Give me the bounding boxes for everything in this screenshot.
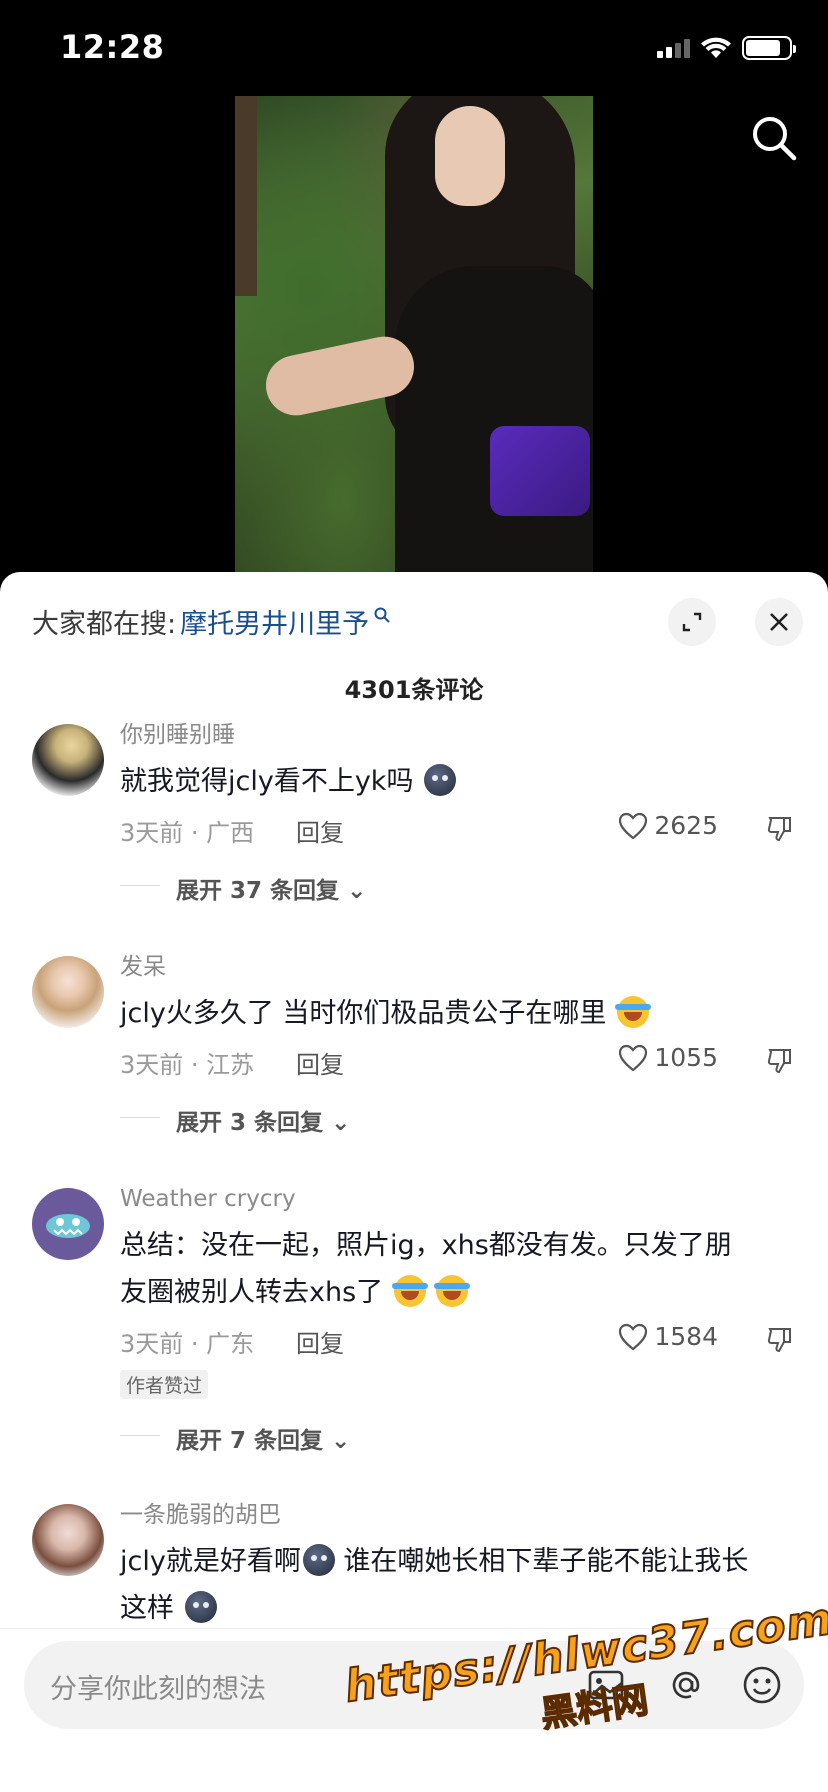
hot-search-prefix: 大家都在搜: xyxy=(32,609,177,640)
sheet-header: 大家都在搜: 摩托男井川里予 4301条评论 xyxy=(0,572,828,732)
close-button[interactable] xyxy=(755,598,803,646)
author-liked-badge: 作者赞过 xyxy=(120,1370,209,1399)
comment-input-placeholder: 分享你此刻的想法 xyxy=(50,1674,266,1705)
avatar[interactable] xyxy=(32,724,104,796)
hot-search-term[interactable]: 摩托男井川里予 xyxy=(180,602,369,641)
comment-meta: 3天前 · 广东 回复 1584 xyxy=(120,1320,798,1360)
like-button[interactable]: 2625 xyxy=(618,811,718,840)
laugh-cry-emoji xyxy=(615,996,652,1028)
comment-username[interactable]: Weather crycry xyxy=(120,1184,798,1214)
comment-time-location: 3天前 · 江苏 xyxy=(120,1051,255,1079)
status-time: 12:28 xyxy=(60,28,165,66)
hot-search[interactable]: 大家都在搜: 摩托男井川里予 xyxy=(32,602,391,641)
like-count: 2625 xyxy=(654,811,718,840)
comment-text: 就我觉得jcly看不上yk吗 xyxy=(120,758,798,805)
mention-icon[interactable] xyxy=(664,1663,708,1707)
comment-body: Weather crycry 总结：没在一起，照片ig，xhs都没有发。只发了朋… xyxy=(120,1184,798,1457)
comment-body: 一条脆弱的胡巴 jcly就是好看啊 谁在嘲她长相下辈子能不能让我长 这样 xyxy=(120,1500,798,1632)
comment-body: 发呆 jcly火多久了 当时你们极品贵公子在哪里 3天前 · 江苏 回复 105… xyxy=(120,952,798,1139)
small-search-icon xyxy=(374,607,390,623)
chevron-down-icon: ⌄ xyxy=(331,1110,351,1136)
comment-text: 总结：没在一起，照片ig，xhs都没有发。只发了朋 友圈被别人转去xhs了 xyxy=(120,1230,732,1308)
expand-button[interactable] xyxy=(668,598,716,646)
wifi-icon xyxy=(701,37,731,58)
chevron-down-icon: ⌄ xyxy=(347,878,367,904)
battery-icon xyxy=(742,36,796,60)
reply-button[interactable]: 回复 xyxy=(296,813,344,848)
heart-icon xyxy=(619,812,648,839)
comment-input[interactable]: 分享你此刻的想法 xyxy=(24,1641,804,1729)
comment-username[interactable]: 你别睡别睡 xyxy=(120,720,798,750)
comment-username[interactable]: 发呆 xyxy=(120,952,798,982)
dark-face-emoji xyxy=(302,1544,335,1576)
dark-face-emoji xyxy=(424,764,457,796)
cellular-signal-icon xyxy=(657,38,690,58)
comment-meta: 3天前 · 广西 回复 2625 xyxy=(120,809,798,849)
dislike-icon[interactable] xyxy=(766,1047,794,1075)
comment-text: jcly火多久了 当时你们极品贵公子在哪里 xyxy=(120,990,798,1037)
avatar[interactable] xyxy=(32,956,104,1028)
comment-input-bar: 分享你此刻的想法 xyxy=(0,1628,828,1792)
reply-button[interactable]: 回复 xyxy=(296,1045,344,1080)
expand-replies-button[interactable]: 展开 37 条回复 ⌄ xyxy=(120,865,798,907)
expand-replies-label: 展开 3 条回复 ⌄ xyxy=(176,1110,351,1136)
monster-avatar-icon xyxy=(46,1214,90,1238)
status-bar: 12:28 xyxy=(0,0,828,96)
comment-username[interactable]: 一条脆弱的胡巴 xyxy=(120,1500,798,1530)
laugh-cry-emoji xyxy=(391,1275,428,1307)
expand-replies-label: 展开 37 条回复 ⌄ xyxy=(176,878,367,904)
like-button[interactable]: 1055 xyxy=(618,1043,718,1072)
dislike-icon[interactable] xyxy=(766,815,794,843)
avatar[interactable] xyxy=(32,1504,104,1576)
comment-text: jcly就是好看啊 谁在嘲她长相下辈子能不能让我长 这样 xyxy=(120,1544,749,1624)
status-icons xyxy=(657,36,796,60)
heart-icon xyxy=(619,1044,648,1071)
like-button[interactable]: 1584 xyxy=(618,1322,718,1351)
dislike-icon[interactable] xyxy=(766,1326,794,1354)
comment-time-location: 3天前 · 广东 xyxy=(120,1330,255,1358)
video-area[interactable] xyxy=(0,96,828,576)
emoji-icon[interactable] xyxy=(740,1663,784,1707)
avatar[interactable] xyxy=(32,1188,104,1260)
comment-count: 4301条评论 xyxy=(344,676,484,704)
dark-face-emoji xyxy=(184,1591,217,1623)
expand-replies-button[interactable]: 展开 7 条回复 ⌄ xyxy=(120,1415,798,1457)
laugh-cry-emoji xyxy=(434,1275,471,1307)
like-count: 1584 xyxy=(654,1322,718,1351)
heart-icon xyxy=(619,1323,648,1350)
like-count: 1055 xyxy=(654,1043,718,1072)
expand-icon xyxy=(682,612,702,632)
expand-replies-label: 展开 7 条回复 ⌄ xyxy=(176,1428,351,1454)
chevron-down-icon: ⌄ xyxy=(331,1428,351,1454)
comment-sheet: 大家都在搜: 摩托男井川里予 4301条评论 你别睡别睡 就我觉得jcly看不上… xyxy=(0,572,828,1792)
video-frame[interactable] xyxy=(235,96,593,572)
comment-body: 你别睡别睡 就我觉得jcly看不上yk吗 3天前 · 广西 回复 2625 展开… xyxy=(120,720,798,907)
comment-meta: 3天前 · 江苏 回复 1055 xyxy=(120,1041,798,1081)
comment-time-location: 3天前 · 广西 xyxy=(120,819,255,847)
search-icon[interactable] xyxy=(750,114,798,162)
close-icon xyxy=(770,613,788,631)
image-icon[interactable] xyxy=(584,1663,628,1707)
expand-replies-button[interactable]: 展开 3 条回复 ⌄ xyxy=(120,1097,798,1139)
reply-button[interactable]: 回复 xyxy=(296,1324,344,1359)
